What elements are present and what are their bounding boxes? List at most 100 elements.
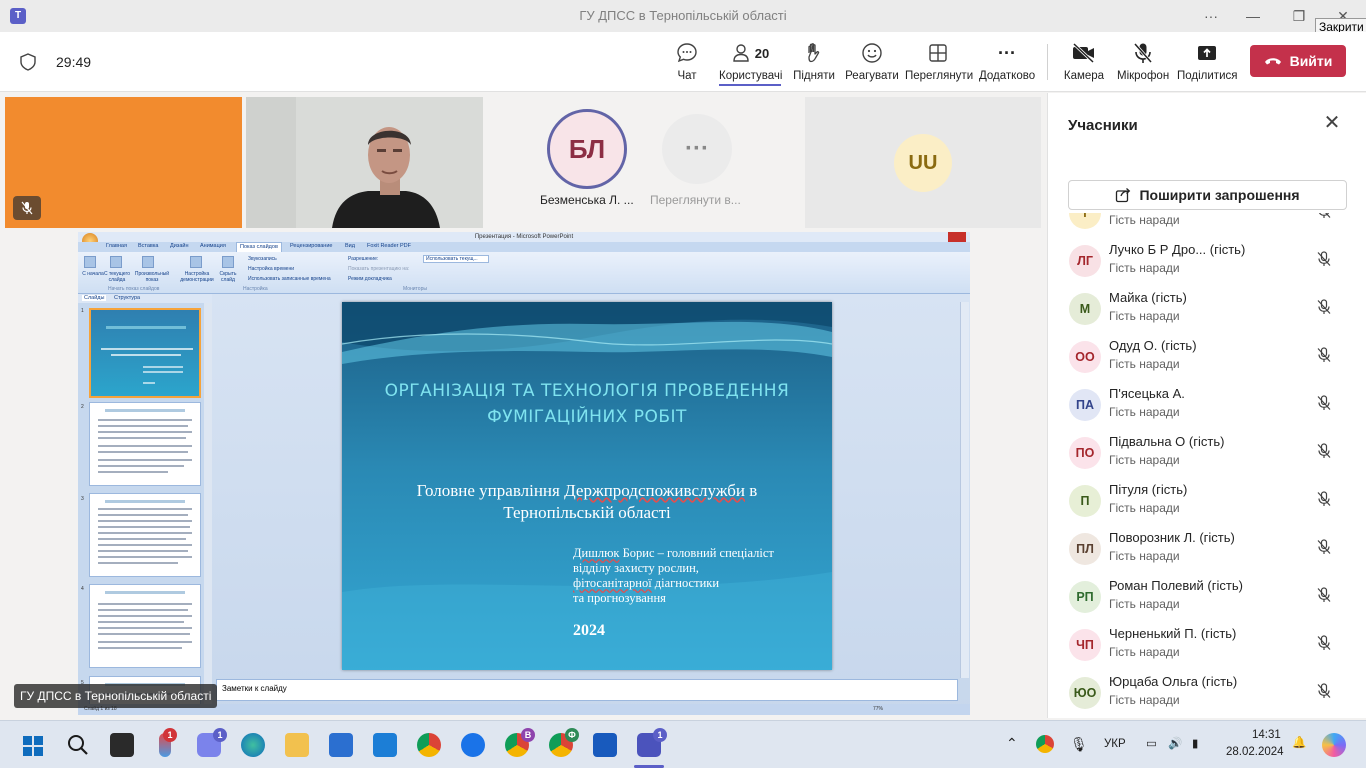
- slide-organization: Головне управління Держпродспоживслужби …: [416, 481, 758, 522]
- more-participants-avatar[interactable]: ···: [662, 114, 732, 184]
- participant-row[interactable]: Т Гість наради: [1048, 213, 1366, 239]
- users-button[interactable]: 20 Користувачі: [719, 40, 782, 88]
- ppt-notes-area: Заметки к слайду: [216, 679, 958, 701]
- shared-screen-caption: ГУ ДПСС в Тернопільській області: [14, 684, 218, 708]
- participant-row[interactable]: М Майка (гість) Гість наради: [1048, 287, 1366, 335]
- edge-browser-icon[interactable]: [241, 733, 265, 757]
- phone-hangup-icon: [1264, 58, 1281, 65]
- clock-time[interactable]: 14:31: [1252, 729, 1281, 741]
- mic-off-icon: [1316, 251, 1332, 267]
- camera-off-icon: [1063, 40, 1105, 66]
- participant-name-label: Безменська Л. ...: [540, 193, 634, 207]
- word-icon[interactable]: [593, 733, 617, 757]
- raise-hand-button[interactable]: Підняти: [792, 40, 836, 88]
- camera-button[interactable]: Камера: [1063, 40, 1105, 88]
- vpn-shield-icon[interactable]: [461, 733, 485, 757]
- mic-off-icon: [1316, 683, 1332, 699]
- participant-avatar: М: [1069, 293, 1101, 325]
- leave-button[interactable]: Вийти: [1250, 45, 1346, 77]
- participant-avatar-bl[interactable]: БЛ: [547, 109, 627, 189]
- battery-icon[interactable]: ▮: [1192, 736, 1198, 750]
- participant-row[interactable]: ПЛ Поворозник Л. (гість) Гість наради: [1048, 527, 1366, 575]
- ppt-ribbon-tabs: Главная Вставка Дизайн Анимация Показ сл…: [78, 242, 970, 252]
- clock-date[interactable]: 28.02.2024: [1226, 746, 1284, 758]
- language-indicator[interactable]: УКР: [1104, 738, 1126, 750]
- participant-row[interactable]: ЛГ Лучко Б Р Дро... (гість) Гість наради: [1048, 239, 1366, 287]
- play-from-start-icon: [84, 256, 96, 268]
- file-explorer-icon[interactable]: [285, 733, 309, 757]
- participant-role: Гість наради: [1109, 405, 1180, 419]
- task-view-icon[interactable]: [110, 733, 134, 757]
- tray-chevron-icon[interactable]: ⌃: [1006, 735, 1018, 752]
- weather-widget-icon[interactable]: 1: [159, 728, 177, 757]
- slide-thumbnail: [89, 402, 201, 486]
- participant-row[interactable]: ЧП Черненький П. (гість) Гість наради: [1048, 623, 1366, 671]
- camera-video-tile[interactable]: [246, 97, 483, 228]
- microsoft-store-icon[interactable]: [329, 733, 353, 757]
- ppt-tab: Анимация: [200, 243, 226, 249]
- participant-avatar: РП: [1069, 581, 1101, 613]
- participant-name: Майка (гість): [1109, 290, 1187, 305]
- copilot-icon[interactable]: [1322, 733, 1346, 757]
- slide-thumbnail: [89, 493, 201, 577]
- participant-avatar: ЛГ: [1069, 245, 1101, 277]
- hide-slide-icon: [222, 256, 234, 268]
- react-button[interactable]: Реагувати: [845, 40, 899, 88]
- participant-role: Гість наради: [1109, 453, 1180, 467]
- panel-title: Учасники: [1068, 117, 1138, 134]
- more-button[interactable]: ··· Додатково: [979, 40, 1035, 88]
- search-icon[interactable]: [66, 733, 90, 757]
- person-video-image: [246, 97, 483, 228]
- ppt-tab: Вставка: [138, 243, 159, 249]
- participant-video-tile[interactable]: [5, 97, 242, 228]
- participant-name: Поворозник Л. (гість): [1109, 530, 1235, 545]
- participant-name: П'ясецька А.: [1109, 386, 1185, 401]
- view-button[interactable]: Переглянути: [905, 40, 973, 88]
- network-icon[interactable]: ▭: [1146, 736, 1157, 750]
- ppt-close-button: [948, 232, 966, 242]
- participant-row[interactable]: РП Роман Полевий (гість) Гість наради: [1048, 575, 1366, 623]
- close-panel-icon[interactable]: ✕: [1322, 113, 1342, 133]
- participant-name: Роман Полевий (гість): [1109, 578, 1243, 593]
- participant-role: Гість наради: [1109, 597, 1180, 611]
- more-options-icon[interactable]: ···: [1188, 0, 1234, 32]
- ppt-tab: Вид: [345, 243, 355, 249]
- teams-chat-icon[interactable]: 1: [197, 728, 227, 757]
- volume-icon[interactable]: 🔊: [1168, 736, 1182, 750]
- minimize-button[interactable]: —: [1230, 0, 1276, 32]
- ppt-ribbon: С начала С текущего слайда Произвольный …: [78, 252, 970, 294]
- participant-role: Гість наради: [1109, 549, 1180, 563]
- participant-row[interactable]: ЮО Юрцаба Ольга (гість) Гість наради: [1048, 671, 1366, 718]
- participant-name: Черненький П. (гість): [1109, 626, 1237, 641]
- slide-thumbnail: [89, 308, 201, 398]
- share-invite-button[interactable]: Поширити запрошення: [1068, 180, 1347, 210]
- shared-screen[interactable]: Презентация - Microsoft PowerPoint Главн…: [78, 232, 970, 715]
- share-icon: [1116, 188, 1131, 203]
- participant-row[interactable]: ОО Одуд О. (гість) Гість наради: [1048, 335, 1366, 383]
- ppt-tab: Рецензирование: [290, 243, 333, 249]
- tray-chrome-icon[interactable]: [1036, 735, 1054, 753]
- participant-role: Гість наради: [1109, 693, 1180, 707]
- mail-icon[interactable]: [373, 733, 397, 757]
- participant-row[interactable]: ПА П'ясецька А. Гість наради: [1048, 383, 1366, 431]
- mic-off-icon: [1316, 539, 1332, 555]
- microphone-button[interactable]: Мікрофон: [1117, 40, 1169, 88]
- participants-panel: Учасники ✕ Поширити запрошення Т Гість на…: [1047, 93, 1366, 718]
- ppt-vertical-scrollbar: [960, 302, 969, 678]
- tray-microphone-icon[interactable]: 🎙: [1070, 736, 1088, 753]
- participants-list: Т Гість наради ЛГ Лучко Б Р Дро... (гість) Г…: [1048, 213, 1366, 718]
- participant-row[interactable]: ПО Підвальна О (гість) Гість наради: [1048, 431, 1366, 479]
- chrome-profile-f-icon[interactable]: Ф: [549, 728, 579, 757]
- teams-icon[interactable]: 1: [637, 728, 667, 757]
- view-more-label[interactable]: Переглянути в...: [650, 193, 741, 207]
- toolbar-divider: [1047, 44, 1048, 80]
- notification-bell-icon[interactable]: 🔔: [1292, 735, 1306, 749]
- chat-button[interactable]: Чат: [670, 40, 704, 88]
- chrome-icon[interactable]: [417, 733, 441, 757]
- participant-role: Гість наради: [1109, 309, 1180, 323]
- share-button[interactable]: Поділитися: [1177, 40, 1237, 88]
- windows-start-icon[interactable]: [22, 735, 44, 757]
- mic-off-icon: [1316, 491, 1332, 507]
- participant-row[interactable]: П Пітуля (гість) Гість наради: [1048, 479, 1366, 527]
- chrome-profile-b-icon[interactable]: В: [505, 728, 535, 757]
